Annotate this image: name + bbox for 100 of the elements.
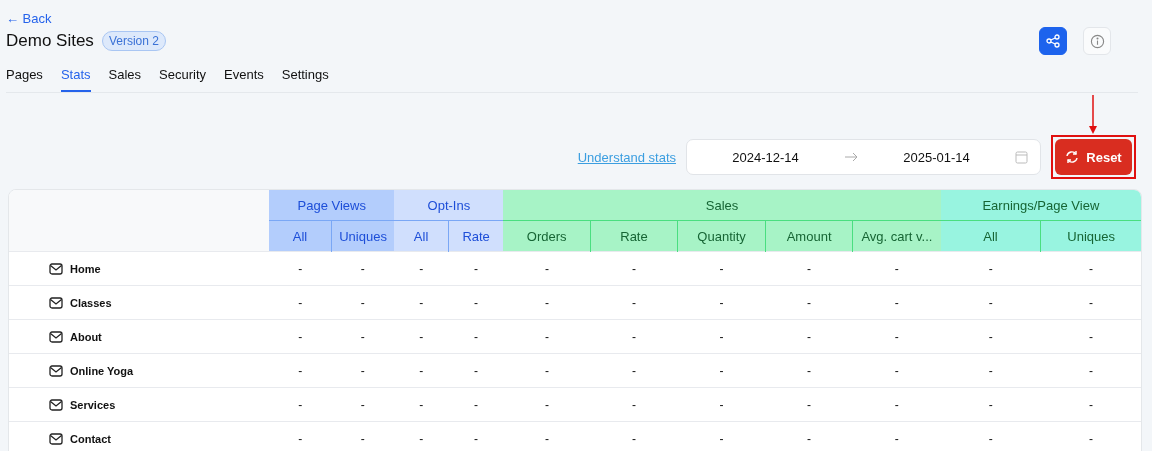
column-header: Amount	[765, 220, 853, 252]
column-header: All	[394, 220, 449, 252]
table-cell: -	[590, 387, 678, 422]
table-cell: -	[394, 319, 449, 354]
table-cell: -	[448, 421, 504, 451]
table-cell: -	[590, 353, 678, 388]
column-header: Rate	[590, 220, 678, 252]
annotation-arrow	[1089, 95, 1097, 135]
table-cell: -	[677, 387, 766, 422]
table-cell: -	[269, 251, 332, 286]
column-header: Uniques	[331, 220, 395, 252]
table-cell: -	[852, 319, 941, 354]
table-cell: -	[765, 353, 853, 388]
page-name: Contact	[70, 432, 111, 445]
column-header: Uniques	[1040, 220, 1141, 252]
tab[interactable]: Settings	[281, 58, 329, 92]
table-cell: -	[331, 285, 395, 320]
table-cell: -	[331, 319, 395, 354]
table-cell: -	[503, 353, 591, 388]
table-cell: -	[940, 353, 1041, 388]
column-header: Orders	[503, 220, 591, 252]
table-cell: -	[503, 285, 591, 320]
column-group-header: Earnings/Page View	[940, 190, 1141, 221]
date-range-field[interactable]: 2024-12-14 2025-01-14	[686, 139, 1041, 175]
mail-icon	[49, 262, 63, 275]
page-name: Online Yoga	[70, 364, 134, 377]
table-cell: -	[852, 285, 941, 320]
table-cell: -	[765, 387, 853, 422]
table-cell: -	[940, 251, 1041, 286]
page-name: Services	[70, 398, 116, 411]
page-name: Classes	[70, 296, 112, 309]
arrow-icon	[844, 152, 858, 162]
table-cell: -	[765, 319, 853, 354]
column-header: All	[940, 220, 1041, 252]
table-cell: -	[590, 421, 678, 451]
table-cell: -	[269, 319, 332, 354]
info-button[interactable]	[1083, 27, 1111, 55]
back-link[interactable]: ← Back	[6, 11, 52, 26]
table-cell: -	[677, 421, 766, 451]
info-icon	[1089, 33, 1105, 49]
column-group-header: Sales	[503, 190, 941, 221]
table-cell: -	[590, 319, 678, 354]
table-cell: -	[1040, 285, 1141, 320]
table-cell: -	[394, 353, 449, 388]
table-cell: -	[503, 251, 591, 286]
calendar-icon	[1015, 150, 1028, 164]
table-cell: -	[394, 421, 449, 451]
table-cell: -	[852, 387, 941, 422]
table-cell: -	[852, 251, 941, 286]
table-cell: -	[269, 421, 332, 451]
table-cell: -	[677, 285, 766, 320]
column-header: Rate	[448, 220, 504, 252]
table-cell: -	[765, 421, 853, 451]
table-cell: -	[1040, 353, 1141, 388]
table-cell: -	[394, 285, 449, 320]
table-cell: -	[765, 251, 853, 286]
table-cell: -	[269, 285, 332, 320]
tab[interactable]: Security	[159, 58, 206, 92]
table-cell: -	[677, 319, 766, 354]
table-cell: -	[590, 251, 678, 286]
table-cell: -	[1040, 421, 1141, 451]
mail-icon	[49, 330, 63, 343]
page-name: About	[70, 330, 102, 343]
version-badge: Version 2	[101, 31, 166, 51]
reset-button[interactable]: Reset	[1055, 139, 1132, 175]
column-header: All	[269, 220, 332, 252]
table-cell: -	[677, 251, 766, 286]
mail-icon	[49, 364, 63, 377]
table-cell: -	[448, 319, 504, 354]
tab[interactable]: Pages	[6, 58, 43, 92]
table-cell: -	[394, 387, 449, 422]
mail-icon	[49, 432, 63, 445]
table-cell: -	[1040, 387, 1141, 422]
table-cell: -	[1040, 319, 1141, 354]
tab[interactable]: Events	[224, 58, 264, 92]
mail-icon	[49, 398, 63, 411]
table-cell: -	[940, 285, 1041, 320]
table-cell: -	[940, 319, 1041, 354]
share-button[interactable]	[1039, 27, 1067, 55]
table-cell: -	[448, 285, 504, 320]
page-name: Home	[70, 262, 101, 275]
share-icon	[1046, 34, 1060, 48]
tab[interactable]: Stats	[60, 58, 91, 92]
table-cell: -	[503, 421, 591, 451]
table-cell: -	[677, 353, 766, 388]
column-group-header: Opt-Ins	[394, 190, 504, 221]
table-cell: -	[503, 387, 591, 422]
table-cell: -	[448, 251, 504, 286]
refresh-icon	[1065, 150, 1080, 164]
table-cell: -	[331, 421, 395, 451]
table-cell: -	[394, 251, 449, 286]
table-cell: -	[590, 285, 678, 320]
table-cell: -	[269, 387, 332, 422]
table-cell: -	[448, 353, 504, 388]
column-header: Avg. cart v...	[852, 220, 941, 252]
table-cell: -	[448, 387, 504, 422]
tab[interactable]: Sales	[108, 58, 142, 92]
table-cell: -	[331, 387, 395, 422]
table-cell: -	[503, 319, 591, 354]
mail-icon	[49, 296, 63, 309]
